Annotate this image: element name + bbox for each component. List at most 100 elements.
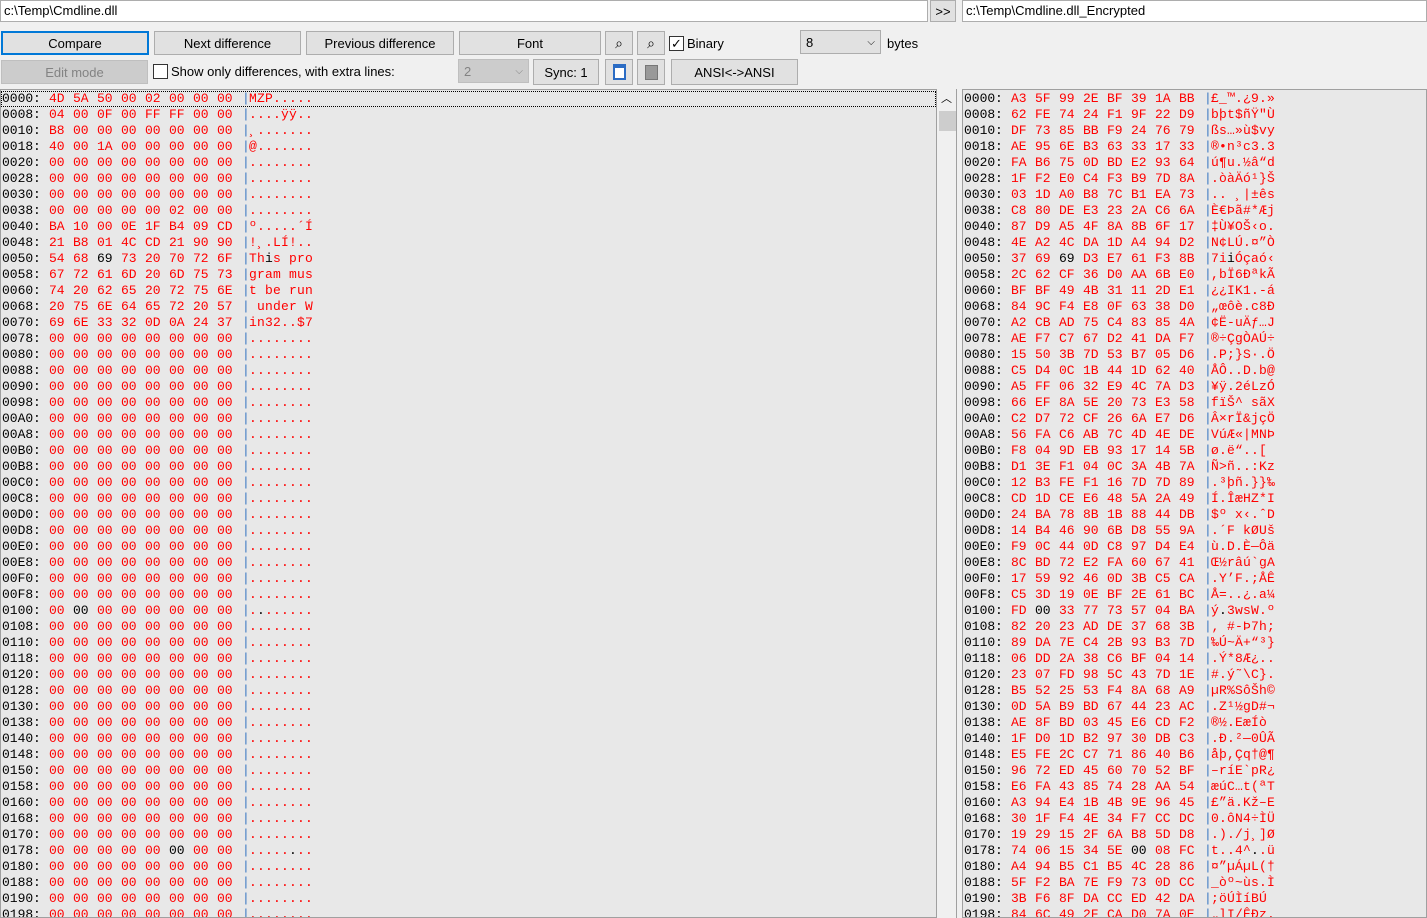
hex-row: 0088:0000000000000000|................ — [1, 363, 936, 379]
left-scrollbar[interactable]: ︿ — [937, 89, 957, 918]
compare-button[interactable]: Compare — [1, 31, 149, 55]
hex-row: 00F0:175992460D3BC5CA|.Y’F.;ÅÊ.Y’F.;ÅÊ — [963, 571, 1426, 587]
ascii-char: . — [281, 123, 289, 138]
ascii-char: . — [297, 155, 305, 170]
hex-byte: 84 — [1011, 907, 1027, 918]
ascii-char: . — [281, 827, 289, 842]
ascii-char: . — [281, 475, 289, 490]
hex-byte: C8 — [1107, 539, 1123, 554]
ascii-char: ¹ — [1227, 699, 1235, 714]
ansi-conversion-button[interactable]: ANSI<->ANSI — [671, 59, 798, 85]
hex-byte: F6 — [1035, 891, 1051, 906]
ascii-char: ¸ — [257, 235, 265, 250]
next-difference-button[interactable]: Next difference — [154, 31, 301, 55]
hex-byte: 00 — [121, 459, 137, 474]
ascii-char: . — [1251, 507, 1259, 522]
binary-checkbox[interactable]: ✓ Binary — [669, 36, 724, 51]
font-button[interactable]: Font — [459, 31, 601, 55]
hex-byte: 00 — [193, 491, 209, 506]
previous-difference-button[interactable]: Previous difference — [306, 31, 454, 55]
hex-byte: 00 — [193, 651, 209, 666]
hex-byte: BA — [1179, 603, 1195, 618]
hex-byte: 7D — [1179, 635, 1195, 650]
row-colon: : — [995, 555, 1003, 570]
ascii-char: . — [1211, 475, 1219, 490]
hex-byte: 00 — [73, 603, 89, 618]
find-next-button[interactable]: ⌕ — [637, 31, 665, 55]
ascii-char: š — [1267, 523, 1275, 538]
ascii-char: . — [281, 907, 289, 918]
ascii-char: . — [289, 219, 297, 234]
ascii-char: . — [265, 651, 273, 666]
ascii-char: ® — [1211, 139, 1219, 154]
row-address: 0180 — [2, 859, 34, 874]
hex-row: 0048:21B8014CCD219090|!¸.LÍ!..!¸.LÍ!.. — [1, 235, 936, 251]
ascii-char: € — [1219, 203, 1227, 218]
hex-byte: 21 — [49, 235, 65, 250]
ascii-char: F — [1235, 571, 1243, 586]
ascii-char: . — [297, 843, 305, 858]
find-next-icon: ⌕ — [647, 34, 655, 51]
hex-row: 00D8:14B446906BD8559A|.´F kØUš.´F kØUš — [963, 523, 1426, 539]
hex-byte: 00 — [145, 827, 161, 842]
hex-byte: 1A — [1155, 91, 1171, 106]
bytes-select[interactable]: 8 ⌵ — [800, 30, 881, 54]
save-button[interactable] — [637, 59, 665, 85]
ascii-char: . — [257, 667, 265, 682]
ascii-char: D — [1227, 539, 1235, 554]
row-colon: : — [33, 827, 41, 842]
row-address: 0098 — [2, 395, 34, 410]
ascii-char: . — [297, 859, 305, 874]
ascii-char: . — [1235, 91, 1243, 106]
row-colon: : — [33, 811, 41, 826]
hex-byte: 00 — [169, 843, 185, 858]
extra-lines-select[interactable]: 2 ⌵ — [458, 59, 529, 83]
right-file-path-input[interactable]: c:\Temp\Cmdline.dll_Encrypted — [962, 0, 1427, 22]
show-only-differences-checkbox[interactable]: Show only differences, with extra lines: — [153, 64, 395, 79]
hex-byte: 00 — [97, 523, 113, 538]
row-colon: : — [995, 779, 1003, 794]
hex-byte: 00 — [193, 427, 209, 442]
ascii-char: . — [281, 539, 289, 554]
hex-byte: B8 — [49, 123, 65, 138]
hex-byte: 7C — [1107, 187, 1123, 202]
window-button[interactable] — [605, 59, 633, 85]
sync-button[interactable]: Sync: 1 — [533, 59, 599, 85]
ascii-char: . — [257, 459, 265, 474]
ascii-char: . — [1235, 587, 1243, 602]
ascii-char: . — [305, 619, 313, 634]
binary-check-icon[interactable]: ✓ — [669, 36, 684, 51]
hex-byte: 00 — [169, 539, 185, 554]
edit-mode-button[interactable]: Edit mode — [1, 60, 148, 84]
hex-byte: 62 — [1155, 363, 1171, 378]
left-file-path-input[interactable]: c:\Temp\Cmdline.dll — [0, 0, 928, 22]
row-address: 0180 — [964, 859, 996, 874]
find-button[interactable]: ⌕ — [605, 31, 633, 55]
scroll-up-icon[interactable]: ︿ — [937, 89, 956, 109]
ascii-char: ~ — [1227, 635, 1235, 650]
hex-row: 00A8:56FAC6AB7C4D4EDE|VúÆ«|MNÞVúÆ«|MNÞ — [963, 427, 1426, 443]
left-hex-pane[interactable]: 0000:4D5A500002000000|MZP.....MZP.....00… — [0, 89, 937, 918]
ascii-char: . — [305, 699, 313, 714]
ascii-char: Ú — [1235, 235, 1243, 250]
hex-byte: C2 — [1011, 411, 1027, 426]
ascii-char: . — [249, 459, 257, 474]
scrollbar-thumb[interactable] — [939, 111, 956, 131]
hex-byte: 11 — [1131, 283, 1147, 298]
ascii-char: . — [289, 651, 297, 666]
hex-byte: 17 — [1179, 219, 1195, 234]
ascii-char: - — [1235, 619, 1243, 634]
hex-byte: 00 — [145, 491, 161, 506]
ascii-char: t — [1243, 779, 1251, 794]
swap-button[interactable]: >> — [930, 0, 956, 22]
right-hex-pane[interactable]: 0000:A35F992EBF391ABB|£_™.¿9.»£_™.¿9.»00… — [962, 89, 1427, 918]
hex-byte: 00 — [169, 651, 185, 666]
ascii-char: ÷ — [1267, 331, 1275, 346]
row-address: 0178 — [2, 843, 34, 858]
ascii-char: . — [1259, 651, 1267, 666]
row-address: 0078 — [2, 331, 34, 346]
hex-byte: 23 — [1155, 699, 1171, 714]
ascii-char: } — [1267, 635, 1275, 650]
show-only-differences-box[interactable] — [153, 64, 168, 79]
ascii-char: . — [257, 683, 265, 698]
